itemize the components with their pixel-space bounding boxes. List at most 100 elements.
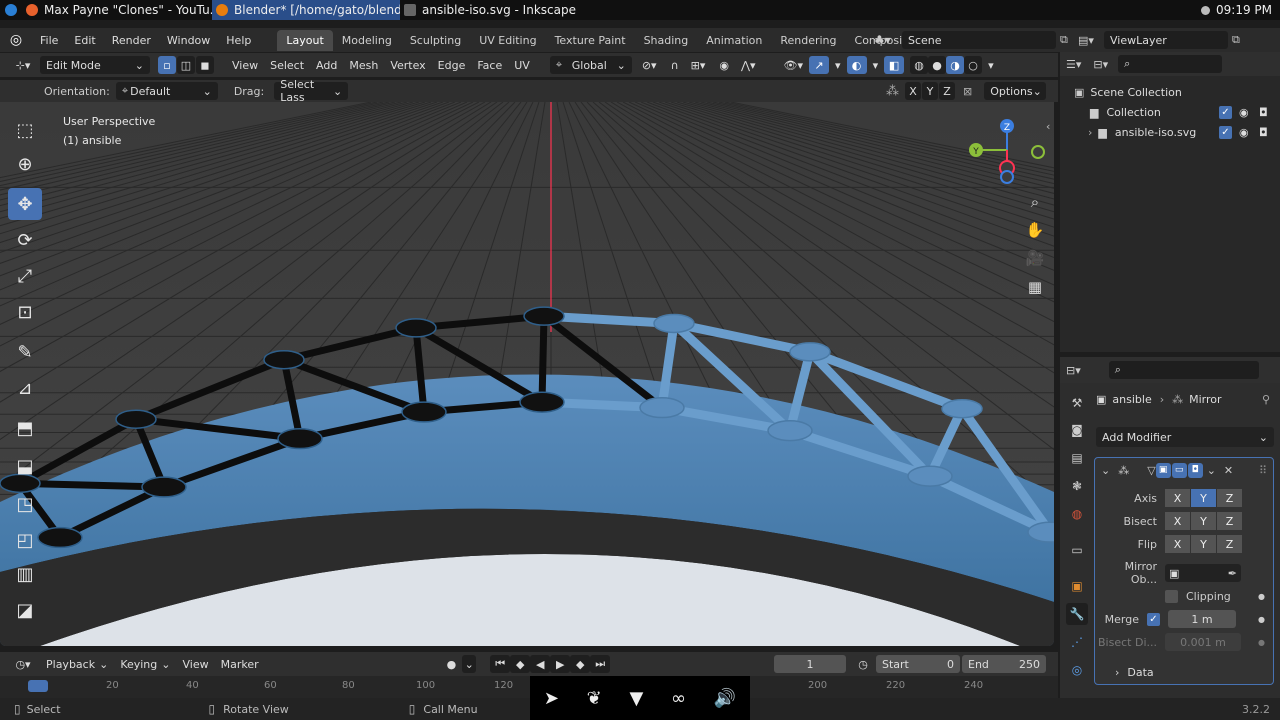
- overlay-toggle-icon[interactable]: ◐: [846, 56, 867, 74]
- jump-end-icon[interactable]: ⏭: [590, 655, 611, 673]
- exclude-checkbox[interactable]: ✓: [1219, 125, 1232, 139]
- xray-toggle-icon[interactable]: ◧: [884, 56, 905, 74]
- flip-y-button[interactable]: Y: [1191, 535, 1216, 553]
- pan-hand-icon[interactable]: ✋: [1022, 217, 1048, 243]
- tool-tab-icon[interactable]: ⚒: [1066, 392, 1088, 414]
- transform-tool-icon[interactable]: ⊡: [8, 296, 42, 328]
- clipping-checkbox[interactable]: [1165, 589, 1178, 603]
- camera-icon[interactable]: ◘: [1259, 126, 1268, 139]
- current-frame-field[interactable]: 1: [774, 655, 846, 673]
- blender-logo-icon[interactable]: ◎: [0, 32, 32, 48]
- collapse-chevron-icon[interactable]: ⌄: [1101, 464, 1110, 477]
- feather-icon[interactable]: ❦: [587, 688, 602, 709]
- camera-view-icon[interactable]: 🎥: [1022, 245, 1048, 271]
- tab-layout[interactable]: Layout: [277, 29, 333, 51]
- bisect-distance-field[interactable]: 0.001 m: [1165, 633, 1241, 651]
- outliner-scene-collection[interactable]: ▣ Scene Collection: [1074, 82, 1280, 102]
- axis-y-button[interactable]: Y: [1191, 489, 1216, 507]
- task-inkscape[interactable]: ansible-iso.svg - Inkscape: [400, 0, 590, 20]
- extrude-tool-icon[interactable]: ⬓: [8, 450, 42, 482]
- jump-start-icon[interactable]: ⏮: [490, 655, 511, 673]
- snap-target-icon[interactable]: ⊞▾: [685, 56, 712, 74]
- outliner-item-ansible-iso[interactable]: › ▆ ansible-iso.svg ✓ ◉ ◘: [1074, 122, 1280, 142]
- mirror-y-button[interactable]: Y: [922, 82, 938, 100]
- proportional-edit-icon[interactable]: ◉: [713, 56, 735, 74]
- outliner-item-collection[interactable]: ▆ Collection ▼ ✓ ◉ ◘: [1074, 102, 1280, 122]
- scene-field[interactable]: Scene: [902, 31, 1056, 49]
- viewport-display-icon[interactable]: ▭: [1171, 462, 1187, 478]
- menu-uv[interactable]: UV: [508, 56, 536, 74]
- camera-icon[interactable]: ◘: [1259, 106, 1268, 119]
- scene-selector[interactable]: ♣▾ Scene ⧉: [874, 31, 1078, 49]
- rotate-tool-icon[interactable]: ⟳: [8, 224, 42, 256]
- scale-tool-icon[interactable]: ⤢: [8, 260, 42, 292]
- wifi-icon[interactable]: ▼: [629, 688, 643, 709]
- flip-x-button[interactable]: X: [1165, 535, 1190, 553]
- timeline-view-menu[interactable]: View: [176, 655, 214, 673]
- close-icon[interactable]: ✕: [1224, 464, 1233, 477]
- gizmo-dropdown-icon[interactable]: ▾: [829, 56, 847, 74]
- prev-keyframe-icon[interactable]: ◆: [510, 655, 531, 673]
- vertex-select-icon[interactable]: ▫: [158, 56, 176, 74]
- play-icon[interactable]: ▶: [550, 655, 571, 673]
- scene-tab-icon[interactable]: ❃: [1066, 475, 1088, 497]
- playback-menu[interactable]: Playback ⌄: [40, 655, 114, 673]
- axis-x-button[interactable]: X: [1165, 489, 1190, 507]
- move-tool-icon[interactable]: ✥: [8, 188, 42, 220]
- auto-key-dropdown-icon[interactable]: ⌄: [462, 655, 477, 673]
- playhead-marker[interactable]: [28, 680, 48, 692]
- bisect-z-button[interactable]: Z: [1217, 512, 1242, 530]
- tab-shading[interactable]: Shading: [635, 30, 698, 51]
- mode-dropdown[interactable]: Edit Mode ⌄: [40, 56, 150, 74]
- keyframe-dot-icon[interactable]: ●: [1258, 592, 1265, 601]
- orientation-dropdown[interactable]: ⌖ Default ⌄: [115, 82, 218, 100]
- marker-menu[interactable]: Marker: [215, 655, 265, 673]
- edge-select-icon[interactable]: ◫: [177, 56, 195, 74]
- physics-tab-icon[interactable]: ◎: [1066, 659, 1088, 681]
- new-scene-icon[interactable]: ⧉: [1060, 33, 1078, 47]
- clock-icon[interactable]: ◷: [854, 655, 872, 673]
- bisect-y-button[interactable]: Y: [1191, 512, 1216, 530]
- menu-edit[interactable]: Edit: [66, 34, 103, 47]
- menu-view[interactable]: View: [226, 56, 264, 74]
- menu-help[interactable]: Help: [218, 34, 259, 47]
- view-layer-selector[interactable]: ▤▾ ViewLayer ⧉: [1078, 31, 1250, 49]
- options-dropdown[interactable]: Options ⌄: [984, 82, 1047, 100]
- properties-editor-icon[interactable]: ⊟▾: [1066, 364, 1081, 377]
- keying-menu[interactable]: Keying ⌄: [114, 655, 176, 673]
- 3d-viewport[interactable]: User Perspective (1) ansible ⬚ ⊕ ✥ ⟳ ⤢ ⊡…: [0, 102, 1054, 646]
- falloff-icon[interactable]: ⋀▾: [735, 56, 762, 74]
- bevel-tool-icon[interactable]: ◰: [8, 524, 42, 556]
- knife-tool-icon[interactable]: ◪: [8, 594, 42, 626]
- select-tool-icon[interactable]: ⬚: [8, 114, 42, 146]
- eye-icon[interactable]: ◉: [1239, 126, 1249, 139]
- edit-cage-icon[interactable]: ▽: [1147, 464, 1155, 477]
- keyframe-dot-icon[interactable]: ●: [1258, 638, 1265, 647]
- snap-icon[interactable]: ∩: [665, 56, 685, 74]
- drag-dropdown[interactable]: Select Lass ⌄: [274, 78, 349, 104]
- loop-cut-tool-icon[interactable]: ▥: [8, 558, 42, 590]
- exclude-checkbox[interactable]: ✓: [1219, 105, 1232, 119]
- mirror-x-button[interactable]: X: [905, 82, 921, 100]
- annotate-tool-icon[interactable]: ✎: [8, 336, 42, 368]
- render-display-icon[interactable]: ◘: [1187, 462, 1203, 478]
- world-tab-icon[interactable]: ◍: [1066, 503, 1088, 525]
- tab-sculpting[interactable]: Sculpting: [401, 30, 470, 51]
- mirror-z-button[interactable]: Z: [939, 82, 955, 100]
- add-cube-tool-icon[interactable]: ⬒: [8, 412, 42, 444]
- menu-vertex[interactable]: Vertex: [384, 56, 431, 74]
- play-reverse-icon[interactable]: ◀: [530, 655, 551, 673]
- new-view-layer-icon[interactable]: ⧉: [1232, 33, 1250, 47]
- auto-merge-icon[interactable]: ⊠: [963, 85, 972, 98]
- particles-tab-icon[interactable]: ⋰: [1066, 631, 1088, 653]
- chevron-down-icon[interactable]: ⌄: [1207, 464, 1216, 477]
- shading-dropdown-icon[interactable]: ▾: [982, 56, 1000, 74]
- menu-render[interactable]: Render: [104, 34, 159, 47]
- eyedropper-icon[interactable]: ✒: [1228, 567, 1237, 580]
- sidebar-toggle-icon[interactable]: ‹: [1046, 120, 1050, 133]
- tab-texture-paint[interactable]: Texture Paint: [546, 30, 635, 51]
- record-keyframe-icon[interactable]: ●: [441, 655, 463, 673]
- menu-add[interactable]: Add: [310, 56, 343, 74]
- output-tab-icon[interactable]: ▤: [1066, 447, 1088, 469]
- outliner-search-input[interactable]: ⌕: [1118, 55, 1223, 73]
